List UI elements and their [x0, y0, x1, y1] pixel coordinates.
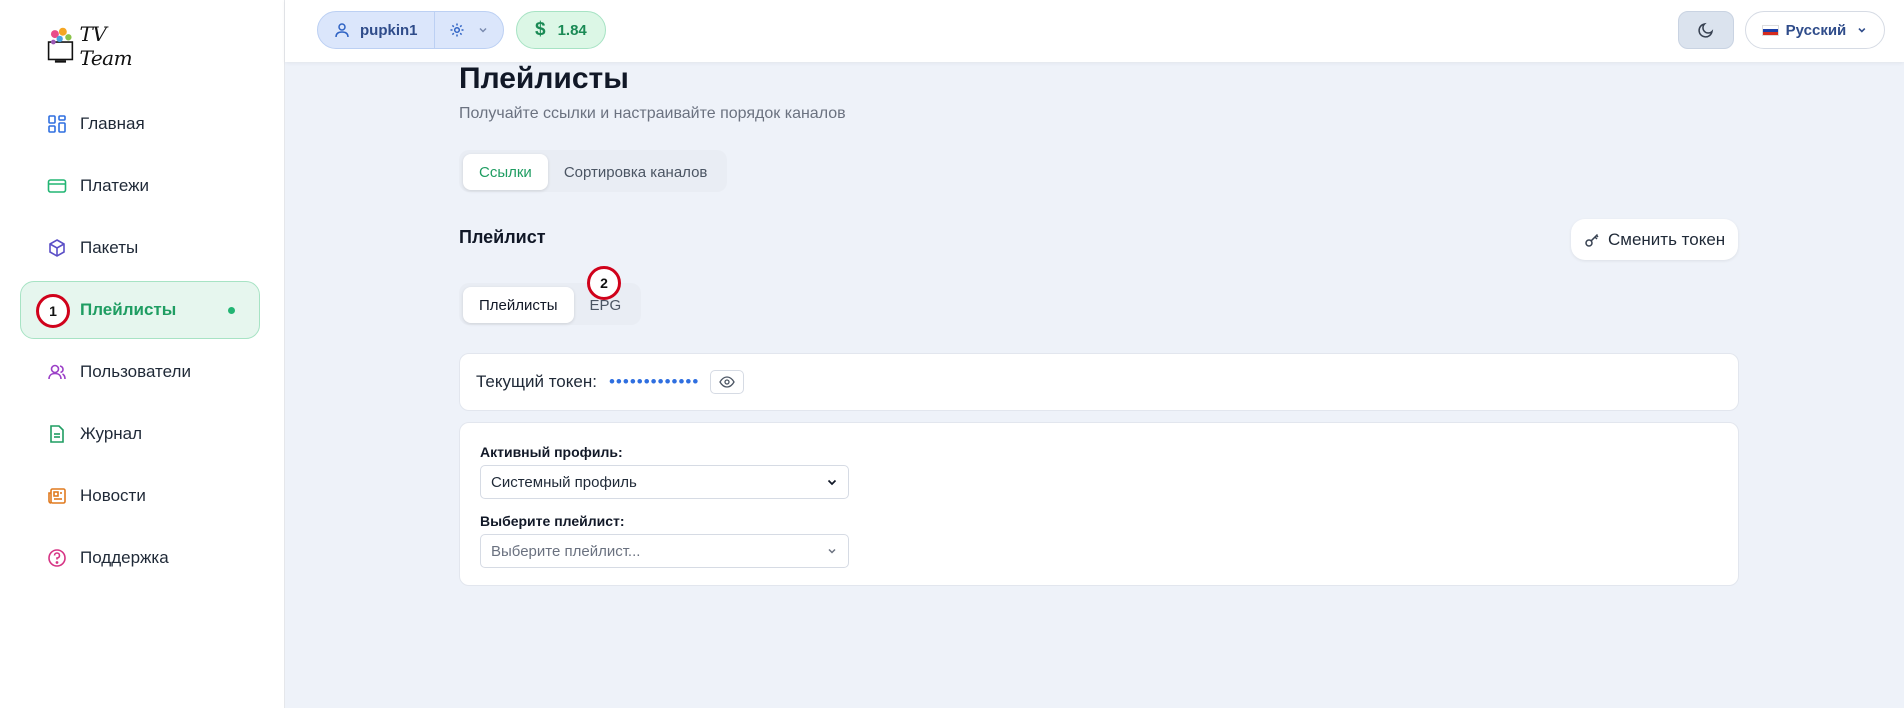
russia-flag-icon [1762, 24, 1779, 36]
sidebar-item-label: Пользователи [80, 362, 191, 381]
tab-links[interactable]: Ссылки [463, 154, 548, 190]
tab-channel-sorting[interactable]: Сортировка каналов [548, 154, 724, 190]
gear-icon [450, 23, 464, 37]
logo-text: TV Team [79, 22, 133, 70]
change-token-label: Сменить токен [1608, 229, 1726, 249]
chevron-down-icon [828, 548, 836, 554]
sidebar-item-label: Журнал [80, 424, 143, 443]
chevron-down-icon [478, 27, 487, 33]
user-profile-button[interactable]: pupkin1 [318, 12, 434, 48]
eye-icon [719, 376, 736, 388]
document-icon [47, 424, 67, 444]
active-profile-select[interactable]: Системный профиль [480, 465, 849, 499]
language-selector[interactable]: Русский [1745, 11, 1885, 49]
subtab-playlists[interactable]: Плейлисты [463, 287, 574, 323]
main-tabs: Ссылки Сортировка каналов [459, 150, 728, 192]
active-indicator-dot [228, 307, 235, 314]
balance-value: 1.84 [557, 21, 587, 39]
sidebar-item-packages[interactable]: Пакеты [20, 219, 260, 277]
sidebar-item-support[interactable]: Поддержка [20, 529, 260, 587]
sidebar-item-payments[interactable]: Платежи [20, 157, 260, 215]
section-title: Плейлист [459, 227, 546, 247]
playlist-form-card: Активный профиль: Системный профиль Выбе… [459, 422, 1739, 586]
annotation-marker-1: 1 [36, 294, 70, 328]
credit-card-icon [47, 176, 67, 196]
change-token-button[interactable]: Сменить токен [1571, 219, 1739, 260]
sidebar-item-label: Плейлисты [80, 300, 177, 319]
sidebar-item-news[interactable]: Новости [20, 467, 260, 525]
chevron-down-icon [827, 479, 837, 486]
language-label: Русский [1785, 21, 1847, 39]
help-circle-icon [47, 548, 67, 568]
username: pupkin1 [360, 21, 418, 39]
topbar: pupkin1 $ 1.84 Русский [285, 0, 1904, 62]
dollar-icon: $ [535, 19, 546, 40]
token-card: Текущий токен: ••••••••••••• [459, 353, 1739, 411]
tv-logo-icon [47, 27, 74, 63]
sidebar-item-label: Главная [80, 114, 145, 133]
sidebar-item-journal[interactable]: Журнал [20, 405, 260, 463]
token-value-masked: ••••••••••••• [608, 372, 700, 391]
sidebar: TV Team Главная Платежи Пакеты Плейлисты [0, 0, 285, 708]
sidebar-item-label: Поддержка [80, 548, 169, 567]
key-icon [1585, 233, 1599, 247]
sidebar-item-home[interactable]: Главная [20, 95, 260, 153]
users-icon [47, 362, 67, 382]
newspaper-icon [47, 486, 67, 506]
sidebar-item-label: Новости [80, 486, 146, 505]
balance-badge[interactable]: $ 1.84 [516, 11, 606, 49]
sidebar-item-label: Пакеты [80, 238, 139, 257]
page-subtitle: Получайте ссылки и настраивайте порядок … [459, 105, 846, 122]
playlist-select-label: Выберите плейлист: [480, 513, 625, 529]
playlist-select-placeholder: Выберите плейлист... [491, 542, 641, 560]
active-profile-label: Активный профиль: [480, 444, 623, 460]
package-icon [47, 238, 67, 258]
sidebar-item-label: Платежи [80, 176, 149, 195]
playlist-select[interactable]: Выберите плейлист... [480, 534, 849, 568]
settings-dropdown-button[interactable] [433, 12, 503, 48]
user-menu: pupkin1 [317, 11, 504, 49]
tv-team-logo[interactable]: TV Team [47, 20, 147, 72]
theme-toggle-button[interactable] [1678, 11, 1734, 49]
sidebar-nav: Главная Платежи Пакеты Плейлисты Пользов… [20, 95, 260, 591]
annotation-marker-2: 2 [587, 266, 621, 300]
user-icon [335, 23, 349, 38]
sidebar-item-users[interactable]: Пользователи [20, 343, 260, 401]
show-token-button[interactable] [710, 370, 745, 394]
chevron-down-icon [1858, 27, 1866, 33]
page-title: Плейлисты [459, 62, 629, 95]
token-label: Текущий токен: [476, 372, 597, 391]
dashboard-icon [47, 114, 67, 134]
active-profile-value: Системный профиль [491, 473, 637, 491]
moon-icon [1698, 22, 1714, 38]
